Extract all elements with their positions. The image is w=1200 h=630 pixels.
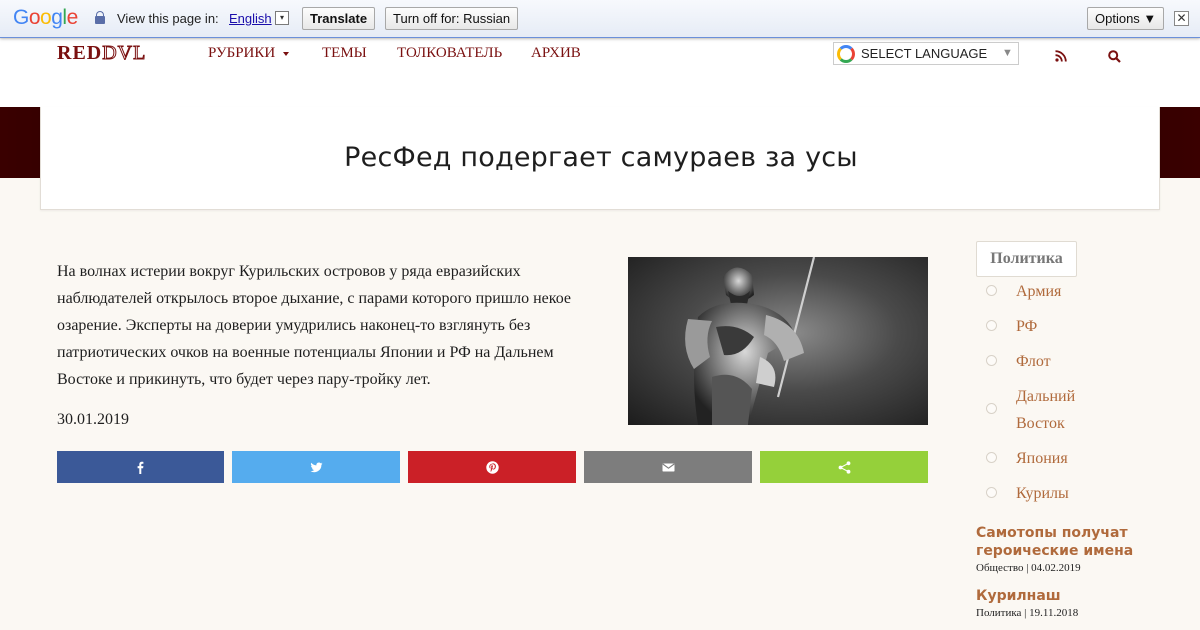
- bullet-icon: [986, 355, 997, 366]
- sidebar-post-title[interactable]: Курилнаш: [976, 587, 1146, 605]
- bullet-icon: [986, 285, 997, 296]
- lock-icon: [95, 11, 105, 24]
- page-title: РесФед подергает самураев за усы: [344, 142, 858, 173]
- close-icon[interactable]: ✕: [1174, 11, 1189, 26]
- rss-icon[interactable]: [1055, 50, 1067, 62]
- share-more-button[interactable]: [760, 451, 928, 483]
- share-twitter-button[interactable]: [232, 451, 400, 483]
- dropdown-arrow-icon: ▼: [1002, 47, 1013, 59]
- bullet-icon: [986, 452, 997, 463]
- language-select[interactable]: SELECT LANGUAGE ▼: [833, 42, 1019, 65]
- google-translate-bar: Google View this page in: English ▾ Tran…: [0, 0, 1200, 38]
- search-icon[interactable]: [1108, 50, 1121, 63]
- samurai-image: [628, 257, 928, 425]
- email-icon: [661, 463, 675, 471]
- sidebar-post-meta: Общество | 04.02.2019: [976, 562, 1081, 574]
- google-logo: Google: [13, 6, 78, 29]
- bullet-icon: [986, 403, 997, 414]
- turn-off-button[interactable]: Turn off for: Russian: [385, 7, 519, 30]
- site-logo[interactable]: REDDVL: [57, 42, 146, 65]
- twitter-icon: [310, 462, 322, 472]
- share-email-button[interactable]: [584, 451, 752, 483]
- language-link[interactable]: English: [229, 11, 272, 26]
- share-pinterest-button[interactable]: [408, 451, 576, 483]
- sidebar-post-title[interactable]: Самотопы получат героические имена: [976, 524, 1146, 560]
- view-page-label: View this page in:: [117, 11, 219, 26]
- share-facebook-button[interactable]: [57, 451, 224, 483]
- translate-button[interactable]: Translate: [302, 7, 376, 30]
- google-g-icon: [837, 45, 855, 63]
- options-button[interactable]: Options ▼: [1087, 7, 1165, 30]
- share-icon: [838, 460, 850, 474]
- category-tag[interactable]: Политика: [976, 241, 1077, 277]
- language-dropdown-icon[interactable]: ▾: [275, 11, 289, 25]
- pinterest-icon: [485, 460, 499, 474]
- nav-item-rubriki[interactable]: РУБРИКИ: [208, 45, 290, 62]
- article-excerpt: На волнах истерии вокруг Курильских остр…: [57, 263, 572, 388]
- sidebar-post-meta: Политика | 19.11.2018: [976, 607, 1079, 619]
- site-header: REDDVL РУБРИКИ ТЕМЫ ТОЛКОВАТЕЛЬ АРХИВ SE…: [0, 39, 1200, 107]
- bullet-icon: [986, 320, 997, 331]
- nav-item-arkhiv[interactable]: АРХИВ: [531, 45, 581, 62]
- nav-item-temy[interactable]: ТЕМЫ: [322, 45, 367, 62]
- title-box: РесФед подергает самураев за усы: [40, 107, 1160, 210]
- facebook-icon: [137, 461, 144, 474]
- article-date: 30.01.2019: [57, 411, 129, 428]
- caret-down-icon: [283, 51, 290, 56]
- bullet-icon: [986, 487, 997, 498]
- nav-item-tolkovatel[interactable]: ТОЛКОВАТЕЛЬ: [397, 45, 502, 62]
